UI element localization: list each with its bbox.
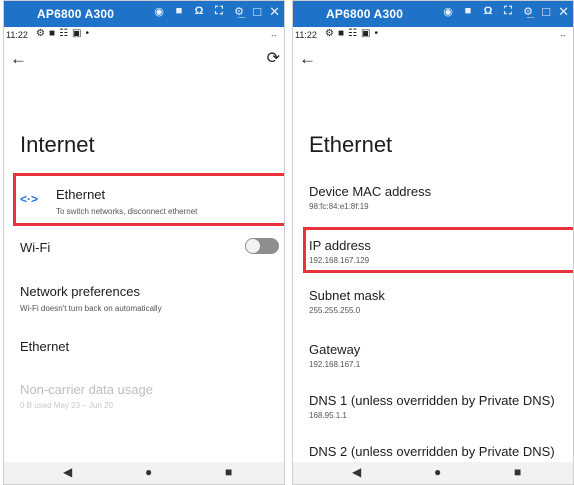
item-title: Gateway: [309, 342, 361, 357]
list-item-ethernet[interactable]: Ethernet: [4, 333, 284, 363]
item-title: Subnet mask: [309, 288, 385, 303]
item-title: DNS 1 (unless overridden by Private DNS): [309, 393, 555, 408]
item-title: Network preferences: [20, 284, 140, 299]
item-value: 192.168.167.1: [309, 360, 361, 369]
screen-status-icon: ▣: [360, 28, 371, 39]
refresh-icon[interactable]: ⟳: [267, 48, 280, 68]
camera-icon[interactable]: ◉: [152, 5, 166, 18]
item-title: Non-carrier data usage: [20, 382, 153, 397]
item-value: 98:fc:84:e1:8f:19: [309, 202, 369, 211]
back-arrow-icon[interactable]: ←: [10, 49, 27, 69]
fullscreen-icon[interactable]: ⛶: [501, 5, 515, 18]
ethernet-status-icon: ↔: [559, 30, 567, 39]
status-bar: 11:22 ⚙ ■ ☷ ▣ • ↔: [4, 27, 284, 44]
status-clock: 11:22: [6, 30, 28, 40]
headset-icon[interactable]: Ω: [192, 5, 206, 18]
maximize-icon[interactable]: □: [253, 4, 261, 20]
media-status-icon: ■: [48, 28, 56, 39]
list-item-gateway: Gateway 192.168.167.1: [293, 341, 573, 381]
list-item-non-carrier-data-usage[interactable]: Non-carrier data usage 0 B used May 23 –…: [4, 377, 284, 417]
camera-icon[interactable]: ◉: [441, 5, 455, 18]
cast-status-icon: ☷: [59, 28, 68, 39]
highlight-box: [13, 173, 284, 226]
list-item-device-mac-address: Device MAC address 98:fc:84:e1:8f:19: [293, 183, 573, 223]
dot-status-icon: •: [85, 28, 89, 39]
back-arrow-icon[interactable]: ←: [299, 49, 316, 69]
window-title: AP6800 A300: [37, 7, 115, 21]
window-toolbar: ◉ ■ Ω ⛶ ⚙: [441, 5, 535, 18]
page-title: Ethernet: [309, 132, 393, 157]
highlight-box: [303, 227, 573, 273]
maximize-icon[interactable]: □: [542, 4, 550, 20]
wifi-toggle[interactable]: [245, 238, 279, 254]
nav-back-icon[interactable]: ◀: [63, 465, 72, 479]
phone-screen-ethernet: AP6800 A300 ◉ ■ Ω ⛶ ⚙ _ □ ✕ 11:22 ⚙ ■ ☷ …: [292, 0, 574, 485]
nav-back-icon[interactable]: ◀: [352, 465, 361, 479]
cast-status-icon: ☷: [348, 28, 357, 39]
nav-home-icon[interactable]: ●: [145, 465, 152, 479]
item-subtitle: Wi-Fi doesn't turn back on automatically: [20, 304, 162, 313]
nav-home-icon[interactable]: ●: [434, 465, 441, 479]
window-titlebar: AP6800 A300 ◉ ■ Ω ⛶ ⚙ _ □ ✕: [293, 1, 573, 27]
close-icon[interactable]: ✕: [558, 4, 569, 20]
video-icon[interactable]: ■: [172, 5, 186, 18]
ethernet-status-icon: ↔: [270, 30, 278, 39]
item-subtitle: 0 B used May 23 – Jun 20: [20, 401, 113, 410]
settings-status-icon: ⚙: [325, 28, 334, 39]
nav-recents-icon[interactable]: ■: [514, 465, 521, 479]
item-title: Device MAC address: [309, 184, 432, 199]
dot-status-icon: •: [374, 28, 378, 39]
minimize-icon[interactable]: _: [527, 4, 534, 20]
window-title: AP6800 A300: [326, 7, 404, 21]
item-value: 168.95.1.1: [309, 411, 347, 420]
minimize-icon[interactable]: _: [238, 4, 245, 20]
list-item-dns-2: DNS 2 (unless overridden by Private DNS): [293, 442, 573, 464]
headset-icon[interactable]: Ω: [481, 5, 495, 18]
media-status-icon: ■: [337, 28, 345, 39]
android-nav-bar: ◀ ● ■: [293, 462, 573, 484]
list-item-wifi[interactable]: Wi-Fi: [4, 234, 284, 260]
list-item-subnet-mask: Subnet mask 255.255.255.0: [293, 287, 573, 327]
status-bar: 11:22 ⚙ ■ ☷ ▣ • ↔: [293, 27, 573, 44]
settings-status-icon: ⚙: [36, 28, 45, 39]
item-title: DNS 2 (unless overridden by Private DNS): [309, 444, 555, 459]
item-title: Ethernet: [20, 339, 70, 354]
page-title: Internet: [20, 132, 95, 157]
status-clock: 11:22: [295, 30, 317, 40]
phone-screen-internet: AP6800 A300 ◉ ■ Ω ⛶ ⚙ _ □ ✕ 11:22 ⚙ ■ ☷ …: [3, 0, 285, 485]
toggle-knob: [246, 239, 260, 253]
nav-recents-icon[interactable]: ■: [225, 465, 232, 479]
item-title: Wi-Fi: [20, 240, 51, 255]
window-toolbar: ◉ ■ Ω ⛶ ⚙: [152, 5, 246, 18]
item-value: 255.255.255.0: [309, 306, 361, 315]
android-nav-bar: ◀ ● ■: [4, 462, 284, 484]
video-icon[interactable]: ■: [461, 5, 475, 18]
list-item-network-preferences[interactable]: Network preferences Wi-Fi doesn't turn b…: [4, 279, 284, 319]
list-item-dns-1: DNS 1 (unless overridden by Private DNS)…: [293, 392, 573, 432]
screen-status-icon: ▣: [71, 28, 82, 39]
fullscreen-icon[interactable]: ⛶: [212, 5, 226, 18]
close-icon[interactable]: ✕: [269, 4, 280, 20]
window-titlebar: AP6800 A300 ◉ ■ Ω ⛶ ⚙ _ □ ✕: [4, 1, 284, 27]
